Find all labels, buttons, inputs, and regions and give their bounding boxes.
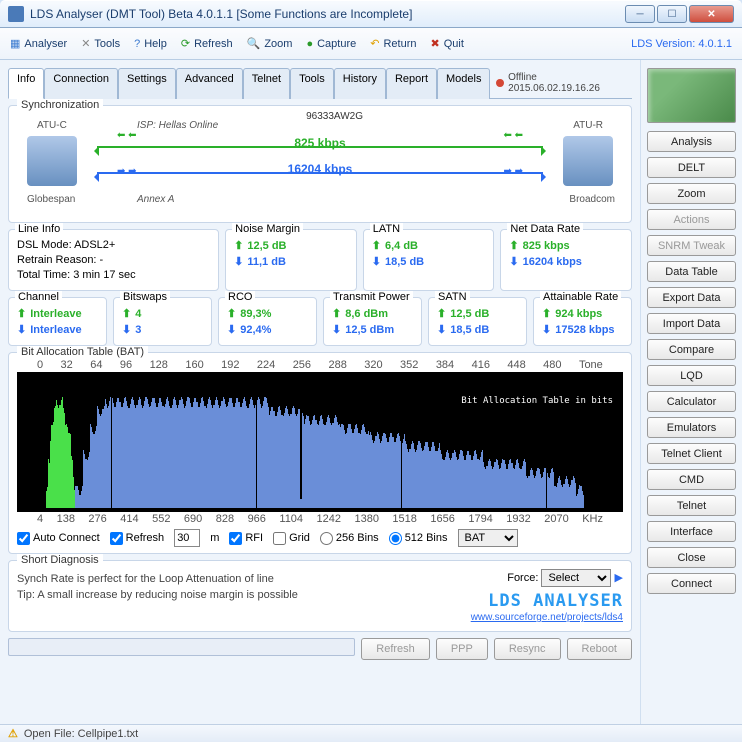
side-actions-button: Actions <box>647 209 736 230</box>
isp-label: ISP: Hellas Online <box>137 120 218 131</box>
tab-info[interactable]: Info <box>8 68 44 99</box>
tab-report[interactable]: Report <box>386 68 437 99</box>
noise-margin-box: Noise Margin ⬆12,5 dB ⬇11,1 dB <box>225 229 357 291</box>
tab-tools[interactable]: Tools <box>290 68 334 99</box>
warning-icon: ⚠ <box>8 727 18 740</box>
help-menu[interactable]: ?Help <box>134 38 167 50</box>
globespan-label: Globespan <box>27 194 75 205</box>
side-export-data-button[interactable]: Export Data <box>647 287 736 308</box>
side-calculator-button[interactable]: Calculator <box>647 391 736 412</box>
auto-connect-checkbox[interactable]: Auto Connect <box>17 532 100 545</box>
app-icon <box>8 6 24 22</box>
maximize-button[interactable]: ☐ <box>657 5 687 23</box>
atu-c-label: ATU-C <box>37 120 67 131</box>
resync-button[interactable]: Resync <box>494 638 561 660</box>
diagnosis-group: Short Diagnosis Synch Rate is perfect fo… <box>8 560 632 632</box>
refresh-bottom-button[interactable]: Refresh <box>361 638 430 660</box>
close-button[interactable]: ✕ <box>689 5 734 23</box>
tab-advanced[interactable]: Advanced <box>176 68 243 99</box>
status-text: Open File: Cellpipe1.txt <box>24 728 138 740</box>
side-snrm-tweak-button: SNRM Tweak <box>647 235 736 256</box>
side-interface-button[interactable]: Interface <box>647 521 736 542</box>
tab-connection[interactable]: Connection <box>44 68 118 99</box>
return-button[interactable]: ↶Return <box>370 37 416 50</box>
ppp-button[interactable]: PPP <box>436 638 488 660</box>
offline-icon <box>496 79 504 87</box>
version-label: LDS Version: 4.0.1.1 <box>631 38 732 50</box>
side-panel: Analysis DELT Zoom Actions SNRM Tweak Data Ta… <box>640 60 742 724</box>
progress-bar <box>8 638 355 656</box>
board-image <box>647 68 736 123</box>
tab-models[interactable]: Models <box>437 68 490 99</box>
side-close-button[interactable]: Close <box>647 547 736 568</box>
sourceforge-link[interactable]: www.sourceforge.net/projects/lds4 <box>471 612 623 623</box>
atu-r-label: ATU-R <box>573 120 603 131</box>
side-import-data-button[interactable]: Import Data <box>647 313 736 334</box>
titlebar: LDS Analyser (DMT Tool) Beta 4.0.1.1 [So… <box>0 0 742 28</box>
diag-line2: Tip: A small increase by reducing noise … <box>17 589 461 601</box>
line-info-box: Line Info DSL Mode: ADSL2+ Retrain Reaso… <box>8 229 219 291</box>
256bins-radio[interactable]: 256 Bins <box>320 532 379 545</box>
side-analysis-button[interactable]: Analysis <box>647 131 736 152</box>
diag-line1: Synch Rate is perfect for the Loop Atten… <box>17 573 461 585</box>
satn-box: SATN ⬆12,5 dB ⬇18,5 dB <box>428 297 527 346</box>
status-bar: ⚠ Open File: Cellpipe1.txt <box>0 724 742 742</box>
main-toolbar: ▦Analyser ✕Tools ?Help ⟳Refresh 🔍Zoom ●C… <box>0 28 742 60</box>
latn-box: LATN ⬆6,4 dB ⬇18,5 dB <box>363 229 495 291</box>
side-cmd-button[interactable]: CMD <box>647 469 736 490</box>
tab-history[interactable]: History <box>334 68 386 99</box>
bat-group: Bit Allocation Table (BAT) 0326496128160… <box>8 352 632 554</box>
side-delt-button[interactable]: DELT <box>647 157 736 178</box>
tab-bar: InfoConnectionSettingsAdvancedTelnetTool… <box>8 68 632 99</box>
rco-box: RCO ⬆89,3% ⬇92,4% <box>218 297 317 346</box>
model-label: 96333AW2G <box>306 111 363 122</box>
tab-telnet[interactable]: Telnet <box>243 68 290 99</box>
minimize-button[interactable]: ─ <box>625 5 655 23</box>
refresh-checkbox[interactable]: Refresh <box>110 532 165 545</box>
bat-chart: Bit Allocation Table in bits <box>17 372 623 512</box>
side-telnet-client-button[interactable]: Telnet Client <box>647 443 736 464</box>
lds-logo: LDS ANALYSER <box>471 591 623 611</box>
atu-r-icon <box>563 136 613 186</box>
sync-group: Synchronization ATU-C ATU-R 96333AW2G IS… <box>8 105 632 223</box>
upstream-rate: 825 kbps <box>294 136 345 150</box>
force-play-button[interactable]: ▶ <box>615 572 623 584</box>
zoom-button[interactable]: 🔍Zoom <box>247 37 293 50</box>
attain-box: Attainable Rate ⬆924 kbps ⬇17528 kbps <box>533 297 632 346</box>
side-compare-button[interactable]: Compare <box>647 339 736 360</box>
side-zoom-button[interactable]: Zoom <box>647 183 736 204</box>
quit-button[interactable]: ✖Quit <box>430 37 463 50</box>
side-connect-button[interactable]: Connect <box>647 573 736 594</box>
side-data-table-button[interactable]: Data Table <box>647 261 736 282</box>
refresh-button[interactable]: ⟳Refresh <box>181 37 233 50</box>
chart-type-select[interactable]: BAT <box>458 529 518 547</box>
rfi-checkbox[interactable]: RFI <box>229 532 263 545</box>
capture-button[interactable]: ●Capture <box>306 38 356 50</box>
512bins-radio[interactable]: 512 Bins <box>389 532 448 545</box>
reboot-button[interactable]: Reboot <box>567 638 632 660</box>
downstream-rate: 16204 kbps <box>288 162 353 176</box>
tx-power-box: Transmit Power ⬆8,6 dBm ⬇12,5 dBm <box>323 297 422 346</box>
broadcom-label: Broadcom <box>569 194 615 205</box>
channel-box: Channel ⬆Interleave ⬇Interleave <box>8 297 107 346</box>
analyser-menu[interactable]: ▦Analyser <box>10 37 67 50</box>
side-telnet-button[interactable]: Telnet <box>647 495 736 516</box>
grid-checkbox[interactable]: Grid <box>273 532 310 545</box>
annex-label: Annex A <box>137 194 174 205</box>
bitswaps-box: Bitswaps ⬆4 ⬇3 <box>113 297 212 346</box>
atu-c-icon <box>27 136 77 186</box>
refresh-interval-input[interactable] <box>174 529 200 547</box>
net-rate-box: Net Data Rate ⬆825 kbps ⬇16204 kbps <box>500 229 632 291</box>
side-emulators-button[interactable]: Emulators <box>647 417 736 438</box>
force-select[interactable]: Select <box>541 569 611 587</box>
offline-status: Offline 2015.06.02.19.16.26 <box>490 68 632 98</box>
tools-menu[interactable]: ✕Tools <box>81 37 120 50</box>
side-lqd-button[interactable]: LQD <box>647 365 736 386</box>
window-title: LDS Analyser (DMT Tool) Beta 4.0.1.1 [So… <box>30 7 625 21</box>
tab-settings[interactable]: Settings <box>118 68 176 99</box>
